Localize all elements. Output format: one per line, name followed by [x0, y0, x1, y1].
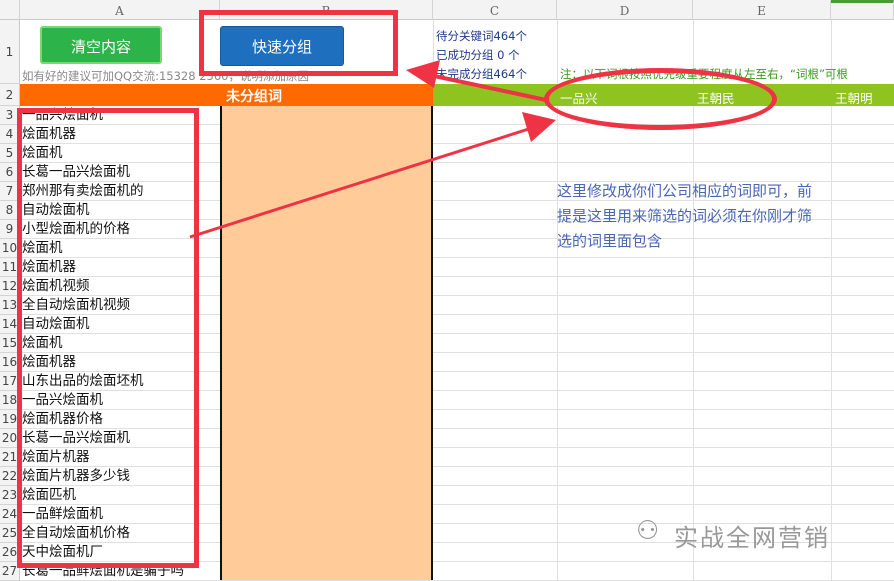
watermark-text: 实战全网营销 — [674, 524, 830, 552]
wechat-icon: ⚇ — [636, 516, 660, 546]
arrow-to-ellipse-icon — [189, 112, 556, 239]
annotation-arrows — [189, 60, 556, 239]
arrow-to-button-icon — [406, 60, 547, 102]
